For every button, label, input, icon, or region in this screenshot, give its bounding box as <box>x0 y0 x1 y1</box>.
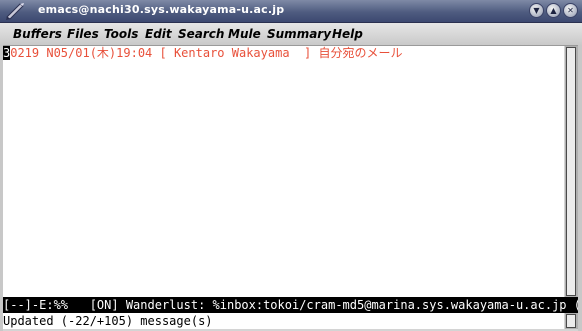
close-button[interactable]: ✕ <box>563 3 578 18</box>
echo-area-scrollbar[interactable] <box>565 313 578 329</box>
frame-right-border <box>578 45 582 331</box>
menu-buffers[interactable]: Buffers <box>13 27 62 41</box>
emacs-icon[interactable] <box>4 2 26 20</box>
title-bar[interactable]: emacs@nachi30.sys.wakayama-u.ac.jp ▼ ▲ ✕ <box>0 0 582 23</box>
summary-buffer[interactable]: 30219 N05/01(木)19:04 [ Kentaro Wakayama … <box>3 46 564 297</box>
menu-edit[interactable]: Edit <box>145 27 172 41</box>
menu-bar: Buffers Files Tools Edit Search Mule Sum… <box>0 23 582 46</box>
minimize-button[interactable]: ▲ <box>546 3 561 18</box>
menu-mule[interactable]: Mule <box>228 27 261 41</box>
echo-scrollbar-thumb[interactable] <box>566 314 576 328</box>
vertical-scrollbar[interactable] <box>565 46 578 297</box>
menu-files[interactable]: Files <box>67 27 99 41</box>
menu-help[interactable]: Help <box>332 27 363 41</box>
scrollbar-thumb[interactable] <box>566 47 576 296</box>
mode-line[interactable]: [--]-E:%% [ON] Wanderlust: %inbox:tokoi/… <box>3 297 578 313</box>
menu-tools[interactable]: Tools <box>104 27 138 41</box>
echo-area[interactable]: Updated (-22/+105) message(s) <box>3 313 564 329</box>
window-title: emacs@nachi30.sys.wakayama-u.ac.jp <box>38 3 285 16</box>
menu-search[interactable]: Search <box>178 27 224 41</box>
window-menu-button[interactable]: ▼ <box>529 3 544 18</box>
summary-line-text: 0219 N05/01(木)19:04 [ Kentaro Wakayama ]… <box>10 46 403 60</box>
menu-summary[interactable]: Summary <box>267 27 331 41</box>
message-summary-line[interactable]: 30219 N05/01(木)19:04 [ Kentaro Wakayama … <box>3 46 402 60</box>
